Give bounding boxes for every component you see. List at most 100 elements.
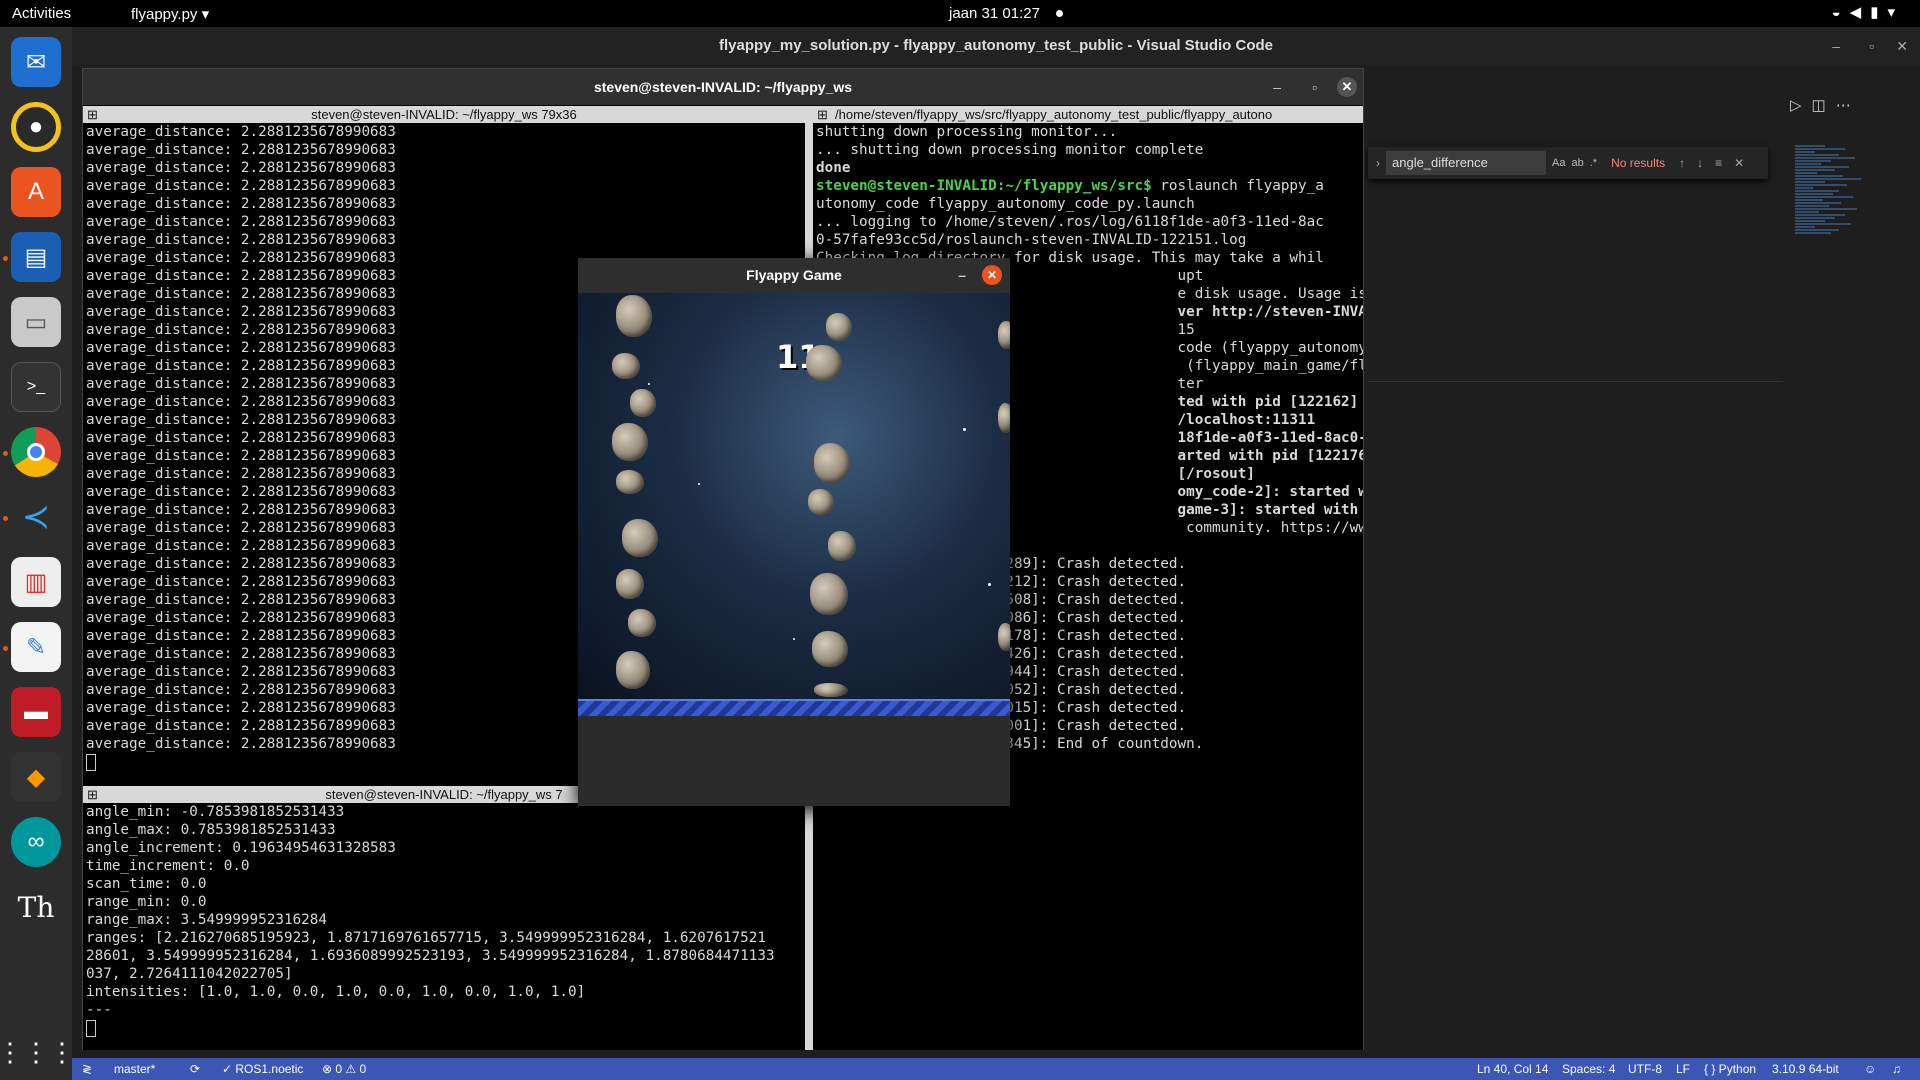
- python-interpreter[interactable]: 3.10.9 64-bit: [1772, 1058, 1839, 1080]
- asteroid: [810, 573, 848, 615]
- terminal-line: range_min: 0.0: [86, 894, 207, 910]
- sublime-icon[interactable]: ◆: [11, 752, 61, 802]
- terminal-line: range_max: 3.549999952316284: [86, 912, 328, 928]
- pane-menu-icon[interactable]: ⊞: [817, 106, 828, 123]
- language-mode[interactable]: { } Python: [1704, 1058, 1756, 1080]
- minimize-icon[interactable]: –: [958, 258, 966, 293]
- terminal-line: 037, 2.7264111042022705]: [86, 966, 293, 982]
- document-viewer-icon[interactable]: ▤: [11, 232, 61, 282]
- wifi-icon: ◒: [1831, 4, 1850, 21]
- reader-icon[interactable]: ▥: [11, 557, 61, 607]
- activities-button[interactable]: Activities: [12, 5, 71, 22]
- chevron-right-icon[interactable]: ›: [1376, 156, 1380, 170]
- game-window-title: Flyappy Game: [746, 267, 842, 283]
- close-icon[interactable]: ✕: [1337, 77, 1357, 97]
- regex-toggle[interactable]: .*: [1590, 157, 1597, 169]
- find-result-count: No results: [1611, 156, 1666, 170]
- line-ending[interactable]: LF: [1676, 1058, 1690, 1080]
- pane-header: ⊞/home/steven/flyappy_ws/src/flyappy_aut…: [813, 106, 1363, 123]
- minimize-icon[interactable]: –: [1832, 27, 1840, 65]
- text-editor-icon[interactable]: ✎: [11, 622, 61, 672]
- typora-icon[interactable]: Th: [11, 882, 61, 932]
- whole-word-toggle[interactable]: ab: [1571, 157, 1583, 169]
- thunderbird-icon[interactable]: ✉: [11, 37, 61, 87]
- match-case-toggle[interactable]: Aa: [1552, 157, 1565, 169]
- asteroid: [612, 353, 640, 379]
- maximize-icon[interactable]: ▫: [1312, 69, 1317, 105]
- terminal-line: average_distance: 2.2881235678990683: [86, 214, 396, 230]
- asteroid: [812, 631, 848, 667]
- star: [793, 638, 795, 640]
- asteroid: [630, 389, 656, 417]
- clock[interactable]: jaan 31 01:27: [949, 5, 1040, 22]
- software-center-icon[interactable]: A: [11, 167, 61, 217]
- terminal-line: average_distance: 2.2881235678990683: [86, 196, 396, 212]
- star: [988, 583, 991, 586]
- asteroid: [998, 321, 1010, 349]
- encoding[interactable]: UTF-8: [1628, 1058, 1662, 1080]
- star: [963, 428, 966, 431]
- chrome-icon[interactable]: [11, 427, 61, 477]
- pane-menu-icon[interactable]: ⊞: [87, 786, 98, 803]
- apps-grid-icon[interactable]: ⋮⋮⋮: [0, 1027, 75, 1077]
- terminal-line: done: [816, 160, 851, 176]
- pane-header: ⊞ steven@steven-INVALID: ~/flyappy_ws 79x…: [83, 106, 805, 123]
- terminal-line: ranges: [2.216270685195923, 1.8717169761…: [86, 930, 766, 946]
- terminal-cursor: [86, 753, 96, 771]
- prompt-command: roslaunch flyappy_a: [1151, 178, 1324, 194]
- terminal-line: angle_max: 0.7853981852531433: [86, 822, 336, 838]
- more-icon[interactable]: ⋯: [1836, 97, 1861, 114]
- close-icon[interactable]: ✕: [1896, 27, 1908, 65]
- terminal-line: average_distance: 2.2881235678990683: [86, 142, 396, 158]
- vscode-window-title: flyappy_my_solution.py - flyappy_autonom…: [719, 37, 1273, 54]
- cursor-position[interactable]: Ln 40, Col 14: [1477, 1058, 1548, 1080]
- vscode-icon[interactable]: ≺: [11, 492, 61, 542]
- screenshot-app-icon[interactable]: ▬: [11, 687, 61, 737]
- run-icon[interactable]: ▷: [1790, 97, 1812, 114]
- minimize-icon[interactable]: –: [1273, 69, 1281, 105]
- remote-icon[interactable]: ≷: [82, 1058, 92, 1080]
- split-editor-icon[interactable]: ◫: [1812, 97, 1836, 114]
- terminal-line: 0-57fafe93cc5d/roslaunch-steven-INVALID-…: [816, 232, 1247, 248]
- asteroid: [814, 683, 848, 697]
- top-bar: Activities flyappy.py ▾ jaan 31 01:27 ◒◀…: [0, 0, 1920, 27]
- problems-status[interactable]: ⊗ 0 ⚠ 0: [322, 1058, 366, 1080]
- terminal-line: shutting down processing monitor...: [816, 124, 1118, 140]
- game-canvas[interactable]: 11: [578, 293, 1010, 699]
- files-icon[interactable]: ▭: [11, 297, 61, 347]
- asteroid: [828, 531, 856, 561]
- terminal-cursor: [86, 1019, 96, 1037]
- close-icon[interactable]: ✕: [982, 265, 1002, 285]
- indentation[interactable]: Spaces: 4: [1562, 1058, 1615, 1080]
- star: [698, 483, 700, 485]
- minimap[interactable]: [1795, 144, 1875, 384]
- pane-menu-icon[interactable]: ⊞: [87, 106, 98, 123]
- terminal-line: average_distance: 2.2881235678990683: [86, 124, 396, 140]
- asteroid: [806, 345, 842, 381]
- terminal-line: utonomy_code flyappy_autonomy_code_py.la…: [816, 196, 1195, 212]
- app-menu[interactable]: flyappy.py ▾: [131, 5, 209, 23]
- prompt-user: steven@steven-INVALID:~/flyappy_ws/src$: [816, 178, 1152, 194]
- terminal-pane-bottom-left[interactable]: ⊞ steven@steven-INVALID: ~/flyappy_ws 7 a…: [83, 786, 805, 1050]
- maximize-icon[interactable]: ▫: [1869, 27, 1874, 65]
- terminal-line: scan_time: 0.0: [86, 876, 207, 892]
- bell-icon[interactable]: ♫: [1892, 1058, 1901, 1080]
- system-tray[interactable]: ◒◀▮▾: [1832, 3, 1904, 21]
- sync-icon[interactable]: ⟳: [190, 1058, 200, 1080]
- vscode-titlebar: flyappy_my_solution.py - flyappy_autonom…: [72, 27, 1920, 65]
- asteroid: [622, 519, 658, 557]
- find-input[interactable]: angle_difference: [1386, 151, 1546, 175]
- ros-status[interactable]: ✓ ROS1.noetic: [222, 1058, 303, 1080]
- git-branch[interactable]: master*: [114, 1058, 155, 1080]
- terminal-line: ... logging to /home/steven/.ros/log/611…: [816, 214, 1324, 230]
- find-nav-buttons[interactable]: ↑↓≡✕: [1679, 156, 1756, 170]
- desktop: Activities flyappy.py ▾ jaan 31 01:27 ◒◀…: [0, 0, 1920, 1080]
- editor-actions[interactable]: ▷◫⋯: [1790, 96, 1861, 114]
- rhythmbox-icon[interactable]: ●: [11, 102, 61, 152]
- arduino-icon[interactable]: ∞: [11, 817, 61, 867]
- notification-dot: [1056, 10, 1063, 17]
- feedback-icon[interactable]: ☺: [1864, 1058, 1876, 1080]
- terminal-icon[interactable]: >_: [11, 362, 61, 412]
- asteroid: [612, 423, 648, 461]
- ground-stripe: [578, 699, 1010, 716]
